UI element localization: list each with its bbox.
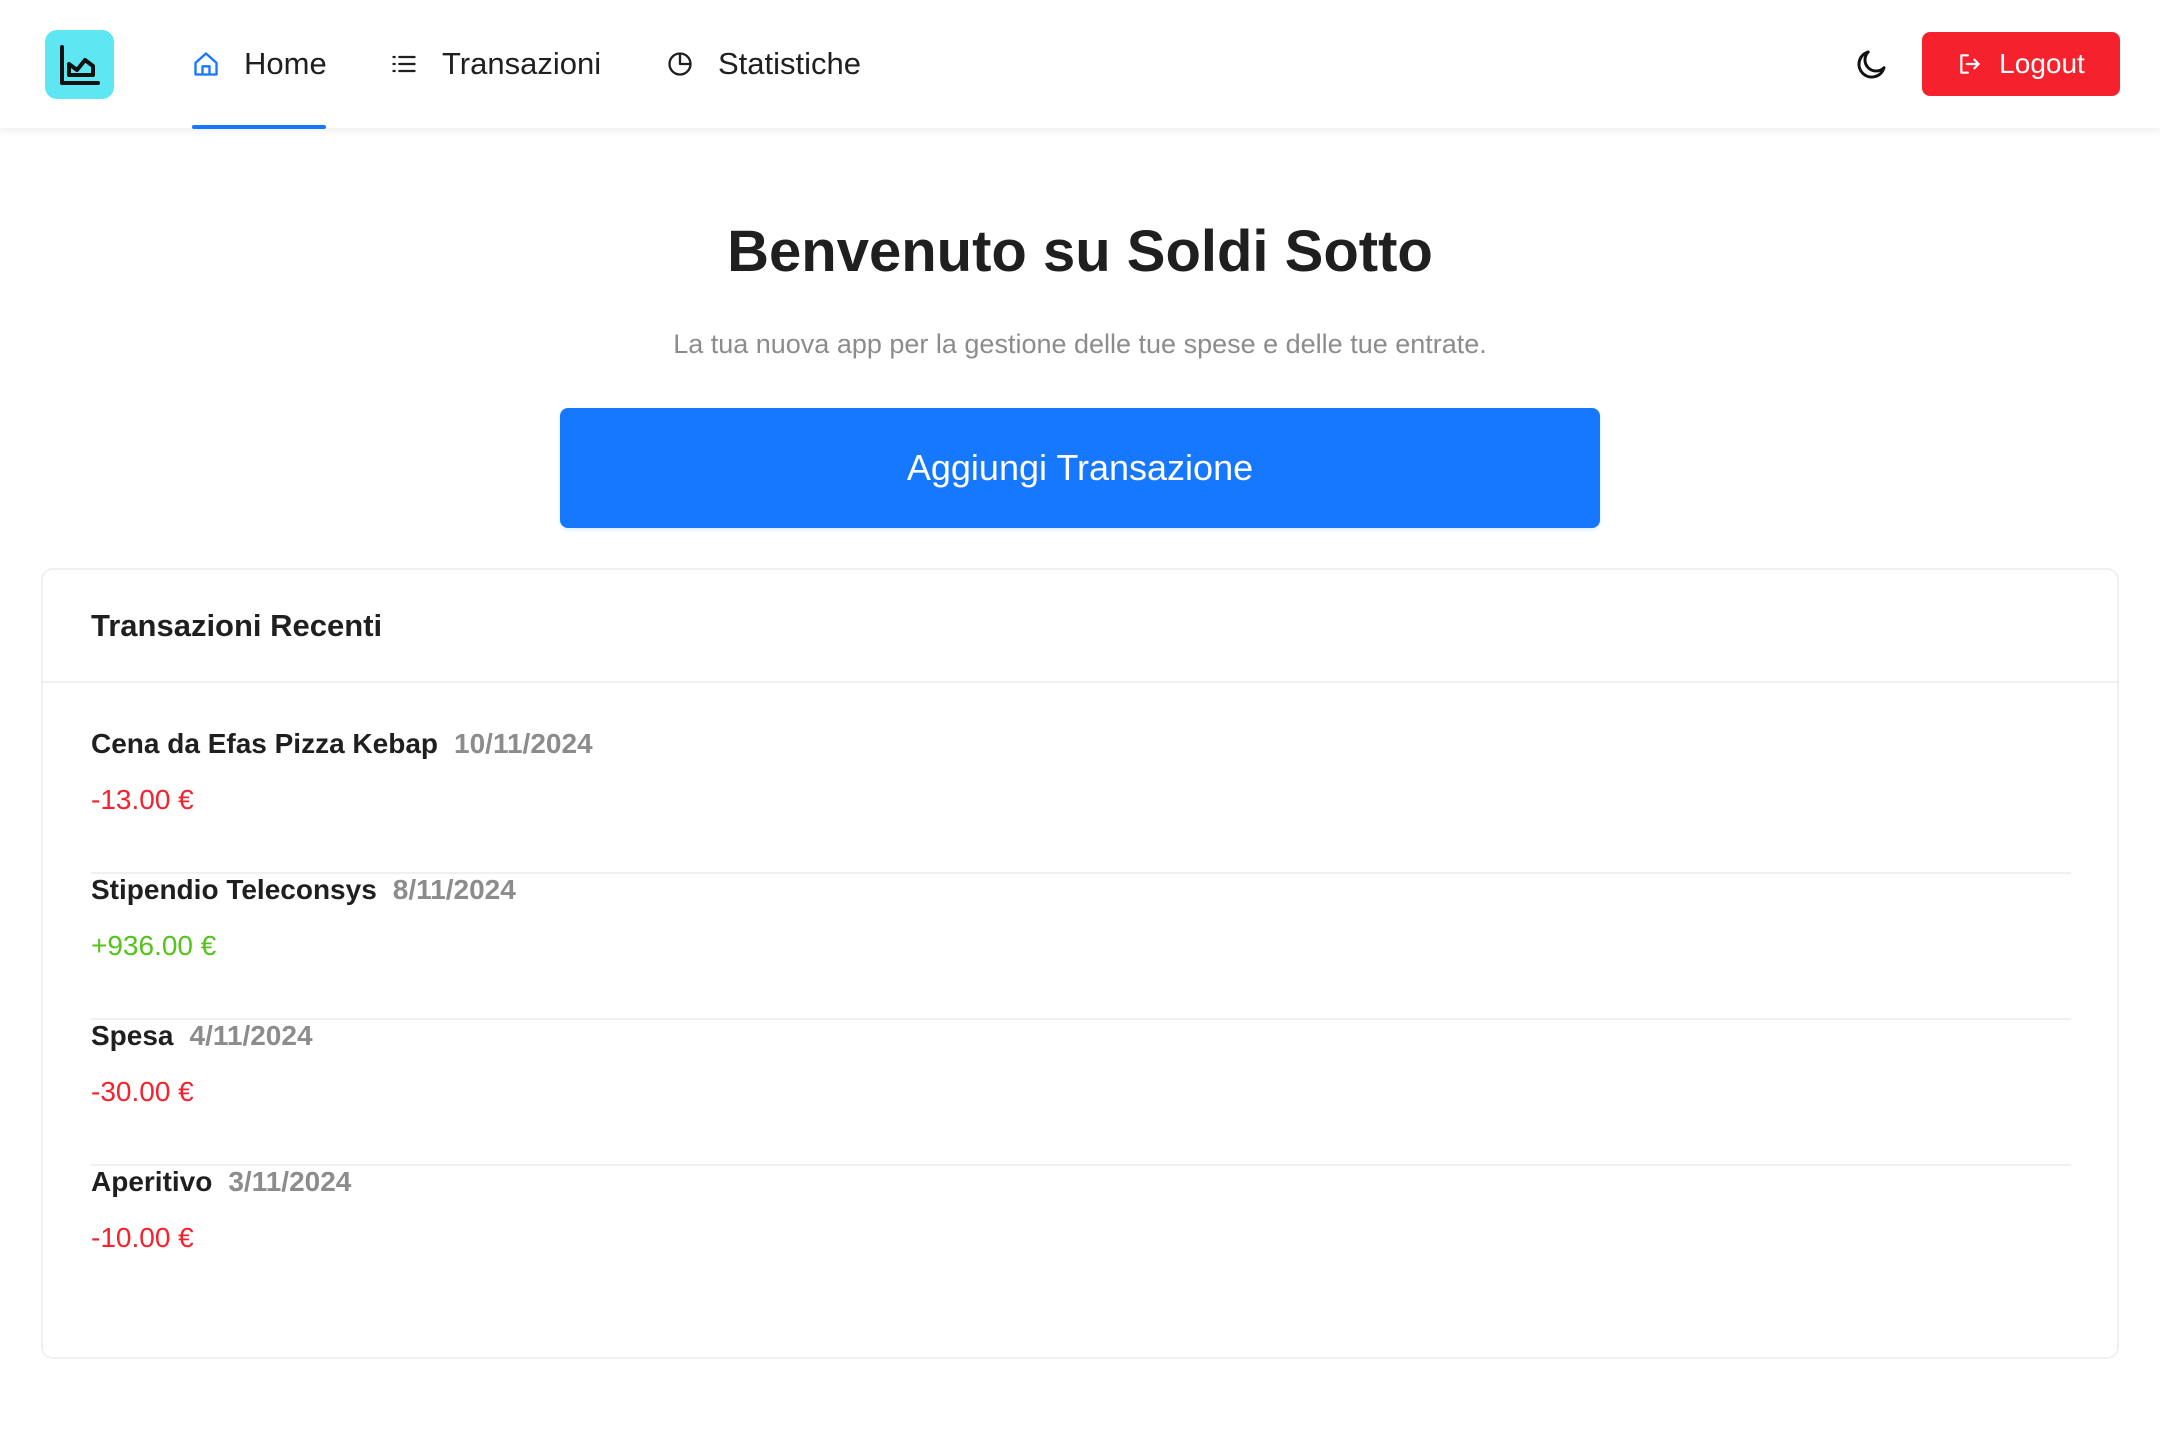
transaction-amount: -30.00 €: [91, 1076, 194, 1107]
transaction-amount: +936.00 €: [91, 930, 217, 961]
list-item[interactable]: Spesa 4/11/2024 -30.00 €: [91, 1020, 2071, 1166]
nav-home[interactable]: Home: [192, 0, 327, 128]
app-logo[interactable]: [45, 30, 114, 99]
nav-statistiche[interactable]: Statistiche: [666, 0, 861, 128]
dark-mode-toggle[interactable]: [1852, 44, 1892, 84]
list-item[interactable]: Cena da Efas Pizza Kebap 10/11/2024 -13.…: [91, 728, 2071, 874]
nav-active-indicator: [192, 125, 326, 129]
area-chart-icon: [59, 44, 100, 85]
list-item[interactable]: Aperitivo 3/11/2024 -10.00 €: [91, 1166, 2071, 1312]
nav-statistiche-label: Statistiche: [718, 46, 862, 81]
list-item[interactable]: Stipendio Teleconsys 8/11/2024 +936.00 €: [91, 874, 2071, 1020]
transaction-name: Stipendio Teleconsys: [91, 874, 377, 905]
transaction-date: 4/11/2024: [189, 1020, 313, 1051]
moon-icon: [1857, 50, 1886, 79]
page-title: Benvenuto su Soldi Sotto: [727, 219, 1433, 284]
transaction-date: 8/11/2024: [392, 874, 516, 905]
top-navbar: Home Transazioni Statistiche Logout: [0, 0, 2160, 129]
recent-transactions-card: Transazioni Recenti Cena da Efas Pizza K…: [41, 568, 2119, 1359]
transaction-date: 3/11/2024: [228, 1166, 352, 1197]
nav-transazioni[interactable]: Transazioni: [390, 0, 601, 128]
transaction-name: Aperitivo: [91, 1166, 213, 1197]
pie-chart-icon: [666, 50, 694, 78]
transaction-name: Spesa: [91, 1020, 174, 1051]
nav-home-label: Home: [244, 46, 327, 81]
logout-button[interactable]: Logout: [1922, 32, 2120, 96]
add-transaction-button[interactable]: Aggiungi Transazione: [560, 408, 1600, 528]
logout-icon: [1960, 54, 1980, 74]
transaction-date: 10/11/2024: [454, 728, 593, 759]
list-icon: [390, 50, 418, 78]
home-icon: [192, 50, 220, 78]
logout-label: Logout: [1999, 48, 2085, 79]
nav-transazioni-label: Transazioni: [442, 46, 602, 81]
transactions-list: Cena da Efas Pizza Kebap 10/11/2024 -13.…: [91, 728, 2071, 1312]
page-subtitle: La tua nuova app per la gestione delle t…: [673, 329, 1487, 359]
transaction-amount: -13.00 €: [91, 784, 194, 815]
transaction-name: Cena da Efas Pizza Kebap: [91, 728, 439, 759]
card-title: Transazioni Recenti: [43, 570, 2117, 683]
transaction-amount: -10.00 €: [91, 1222, 194, 1253]
